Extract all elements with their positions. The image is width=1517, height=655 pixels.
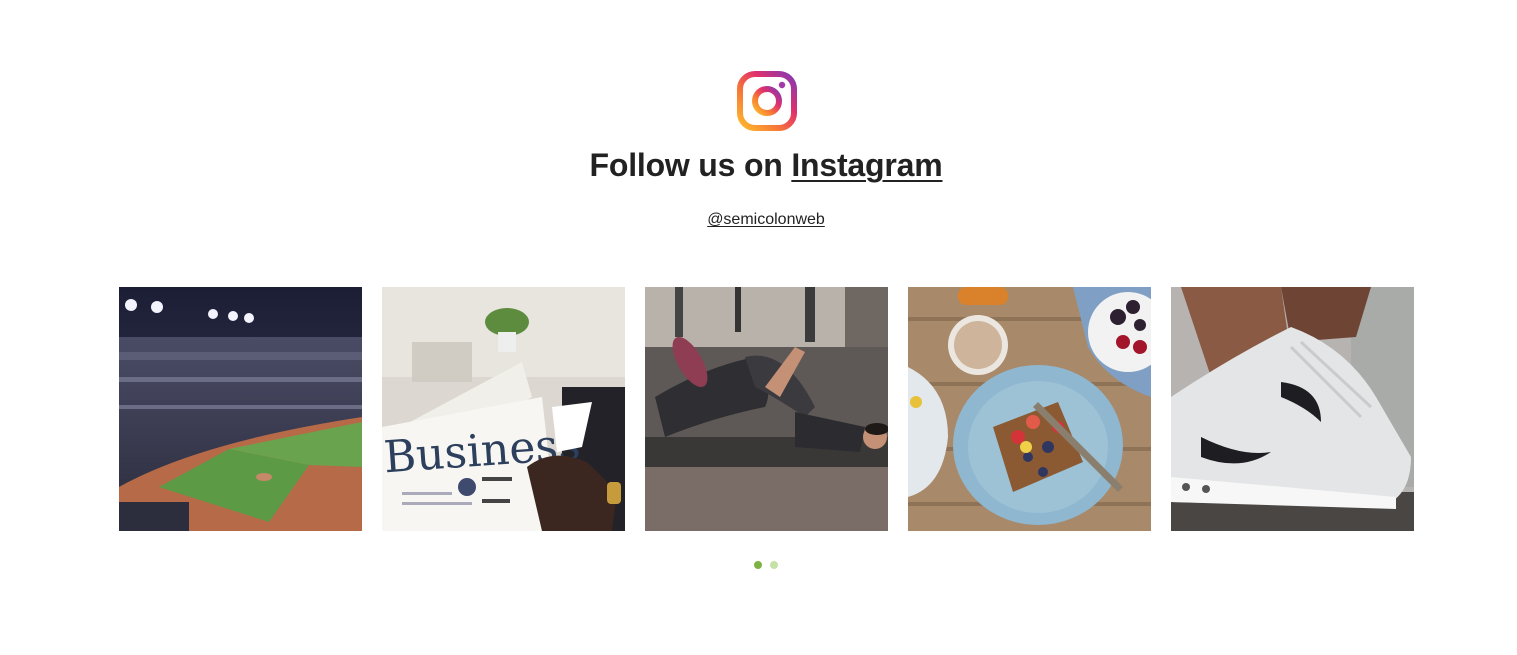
breakfast-plate-photo (908, 287, 1151, 531)
instagram-link[interactable]: Instagram (791, 147, 942, 183)
title-prefix: Follow us on (589, 147, 783, 183)
section-title: Follow us on Instagram (0, 144, 1517, 186)
gallery-item-breakfast-plate[interactable] (908, 287, 1151, 531)
instagram-logo-icon[interactable] (736, 70, 798, 132)
sneaker-photo (1171, 287, 1414, 531)
pagination-dot-2[interactable] (770, 561, 778, 569)
baseball-stadium-photo (119, 287, 362, 531)
pagination-dot-1[interactable] (754, 561, 762, 569)
gallery-item-baseball-stadium[interactable] (119, 287, 362, 531)
instagram-handle-container: @semicolonweb (0, 209, 1517, 231)
business-newspaper-photo: Business (382, 287, 625, 531)
gallery-item-sneaker[interactable] (1171, 287, 1414, 531)
instagram-section: Follow us on Instagram @semicolonweb Bus… (0, 0, 1517, 655)
instagram-handle-link[interactable]: @semicolonweb (707, 211, 825, 228)
carousel-pagination (754, 561, 784, 569)
gallery-item-business-newspaper[interactable]: Business (382, 287, 625, 531)
gym-stretching-photo (645, 287, 888, 531)
gallery-item-gym-stretching[interactable] (645, 287, 888, 531)
instagram-gallery: Business (119, 287, 1415, 531)
